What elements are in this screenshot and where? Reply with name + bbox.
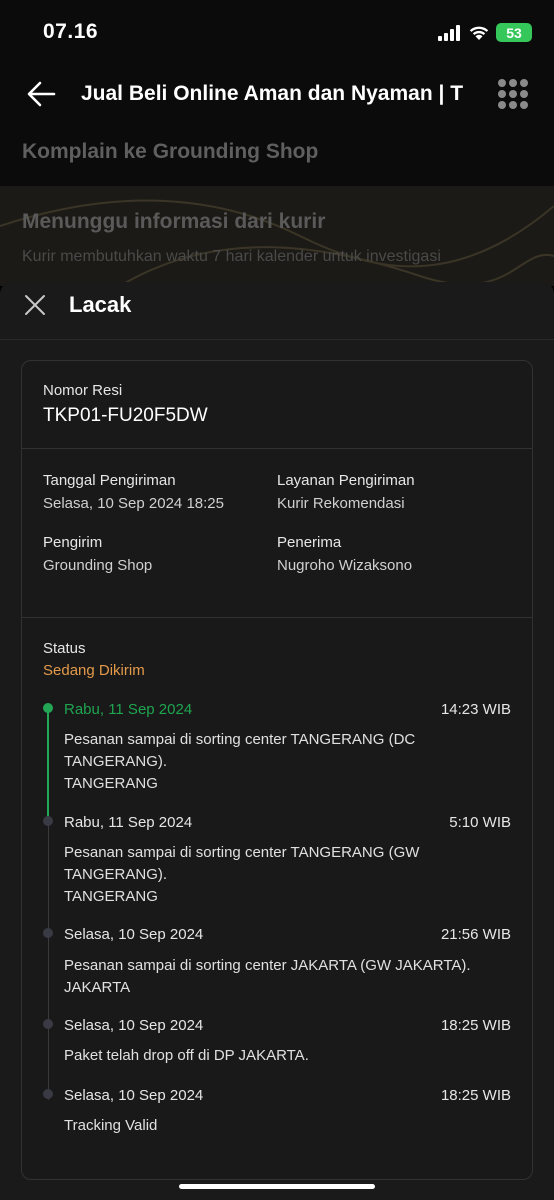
status-bar: 07.16 53 <box>0 0 554 66</box>
service-label: Layanan Pengiriman <box>277 472 415 489</box>
timeline-date: Rabu, 11 Sep 2024 <box>64 701 193 718</box>
timeline-dot <box>43 1089 53 1099</box>
timeline-date: Selasa, 10 Sep 2024 <box>64 1087 204 1104</box>
timeline-description: Pesanan sampai di sorting center TANGERA… <box>64 844 420 883</box>
timeline-city: TANGERANG <box>64 775 158 792</box>
timeline-time: 21:56 WIB <box>440 926 511 943</box>
timeline-time: 14:23 WIB <box>440 701 511 718</box>
home-indicator[interactable] <box>179 1184 375 1189</box>
sender-value: Grounding Shop <box>43 557 153 574</box>
timeline-time: 5:10 WIB <box>449 814 511 831</box>
receiver-label: Penerima <box>277 534 342 551</box>
resi-value: TKP01-FU20F5DW <box>43 405 208 426</box>
status-label: Status <box>43 640 86 657</box>
timeline-date: Selasa, 10 Sep 2024 <box>64 1017 204 1034</box>
timeline-line-active <box>47 708 49 818</box>
banner-subtitle: Kurir membutuhkan waktu 7 hari kalender … <box>22 248 441 265</box>
wifi-icon <box>469 26 489 40</box>
ship-date-label: Tanggal Pengiriman <box>43 472 176 489</box>
ship-date-value: Selasa, 10 Sep 2024 18:25 <box>43 495 224 512</box>
status-badge: Sedang Dikirim <box>43 662 145 679</box>
timeline-dot-active <box>43 703 53 713</box>
timeline-time: 18:25 WIB <box>440 1087 511 1104</box>
service-value: Kurir Rekomendasi <box>277 495 405 512</box>
complain-link[interactable]: Komplain ke Grounding Shop <box>22 140 318 164</box>
receiver-value: Nugroho Wizaksono <box>277 557 413 574</box>
timeline-description: Pesanan sampai di sorting center JAKARTA… <box>64 957 471 974</box>
sheet-title: Lacak <box>69 292 132 317</box>
timeline-date: Selasa, 10 Sep 2024 <box>64 926 204 943</box>
timeline-date: Rabu, 11 Sep 2024 <box>64 814 193 831</box>
close-icon[interactable] <box>24 294 46 316</box>
sender-label: Pengirim <box>43 534 103 551</box>
battery-level: 53 <box>506 24 522 41</box>
divider <box>22 617 532 618</box>
timeline-dot <box>43 928 53 938</box>
timeline-description: Paket telah drop off di DP JAKARTA. <box>64 1047 309 1064</box>
timeline-time: 18:25 WIB <box>440 1017 511 1034</box>
timeline-description: Pesanan sampai di sorting center TANGERA… <box>64 731 416 770</box>
divider <box>22 448 532 449</box>
timeline-description: Tracking Valid <box>64 1117 158 1134</box>
timeline-dot <box>43 1019 53 1029</box>
divider <box>0 339 554 340</box>
back-arrow-icon[interactable] <box>26 80 56 108</box>
status-banner: Menunggu informasi dari kurir Kurir memb… <box>0 186 554 286</box>
timeline-city: TANGERANG <box>64 888 158 905</box>
status-time: 07.16 <box>43 20 99 43</box>
timeline-dot <box>43 816 53 826</box>
resi-label: Nomor Resi <box>43 382 123 399</box>
cellular-signal-icon <box>438 25 460 41</box>
page-title: Jual Beli Online Aman dan Nyaman | T <box>81 82 464 105</box>
banner-wave-decoration <box>0 199 554 286</box>
battery-indicator: 53 <box>496 23 532 42</box>
menu-grid-icon[interactable] <box>498 79 528 109</box>
banner-title: Menunggu informasi dari kurir <box>22 210 326 233</box>
timeline-city: JAKARTA <box>64 979 131 996</box>
